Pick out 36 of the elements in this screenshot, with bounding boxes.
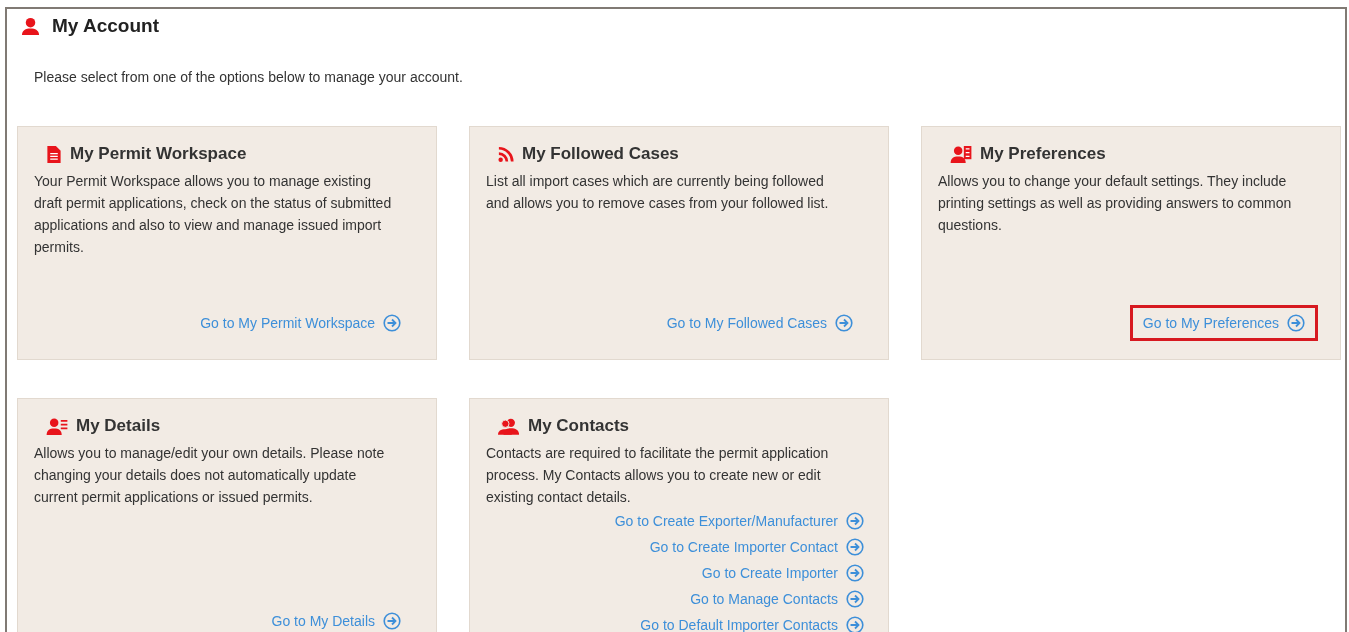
person-icon bbox=[21, 16, 40, 36]
go-to-link[interactable]: Go to Manage Contacts bbox=[680, 586, 866, 612]
document-icon bbox=[46, 145, 62, 163]
card-title: My Details bbox=[76, 416, 161, 436]
card-title: My Preferences bbox=[980, 144, 1106, 164]
card-title: My Contacts bbox=[528, 416, 630, 436]
rss-icon bbox=[498, 145, 514, 163]
arrow-right-icon bbox=[846, 590, 864, 608]
arrow-right-icon bbox=[846, 538, 864, 556]
arrow-right-icon bbox=[383, 612, 401, 630]
card-description: Allows you to change your default settings. They include printing settings as well as providing answers to common questions. bbox=[938, 172, 1293, 235]
go-to-link[interactable]: Go to My Permit Workspace bbox=[187, 305, 414, 341]
arrow-right-icon bbox=[383, 314, 401, 332]
intro-text: Please select from one of the options below to manage your account. bbox=[34, 69, 464, 85]
card-title: My Permit Workspace bbox=[70, 144, 247, 164]
card-description: List all import cases which are currently being followed and allows you to remove cases from your followed list. bbox=[486, 172, 830, 213]
go-to-link[interactable]: Go to My Preferences bbox=[1129, 305, 1318, 341]
person-settings-icon bbox=[950, 145, 972, 163]
page-title: My Account bbox=[52, 15, 159, 37]
go-to-link[interactable]: Go to Default Importer Contacts bbox=[630, 612, 866, 632]
person-list-icon bbox=[46, 417, 68, 435]
arrow-right-icon bbox=[835, 314, 853, 332]
card-description: Contacts are required to facilitate the permit application process. My Contacts allows you to create new or edit existing contact details. bbox=[486, 444, 830, 507]
go-to-link[interactable]: Go to My Details bbox=[258, 603, 414, 632]
arrow-right-icon bbox=[846, 564, 864, 582]
go-to-link[interactable]: Go to Create Importer bbox=[691, 560, 866, 586]
card-description: Your Permit Workspace allows you to manage existing draft permit applications, check on the status of submitted applications and also to view and manage issued import permits. bbox=[34, 172, 393, 257]
go-to-link[interactable]: Go to My Followed Cases bbox=[653, 305, 866, 341]
arrow-right-icon bbox=[846, 512, 864, 530]
arrow-right-icon bbox=[1287, 314, 1305, 332]
people-icon bbox=[498, 417, 520, 435]
go-to-link[interactable]: Go to Create Exporter/Manufacturer bbox=[604, 508, 866, 534]
card-description: Allows you to manage/edit your own details. Please note changing your details does not automatically update current permit applications or issued permits. bbox=[34, 444, 386, 507]
go-to-link[interactable]: Go to Create Importer Contact bbox=[639, 534, 866, 560]
arrow-right-icon bbox=[846, 616, 864, 632]
card-title: My Followed Cases bbox=[522, 144, 679, 164]
